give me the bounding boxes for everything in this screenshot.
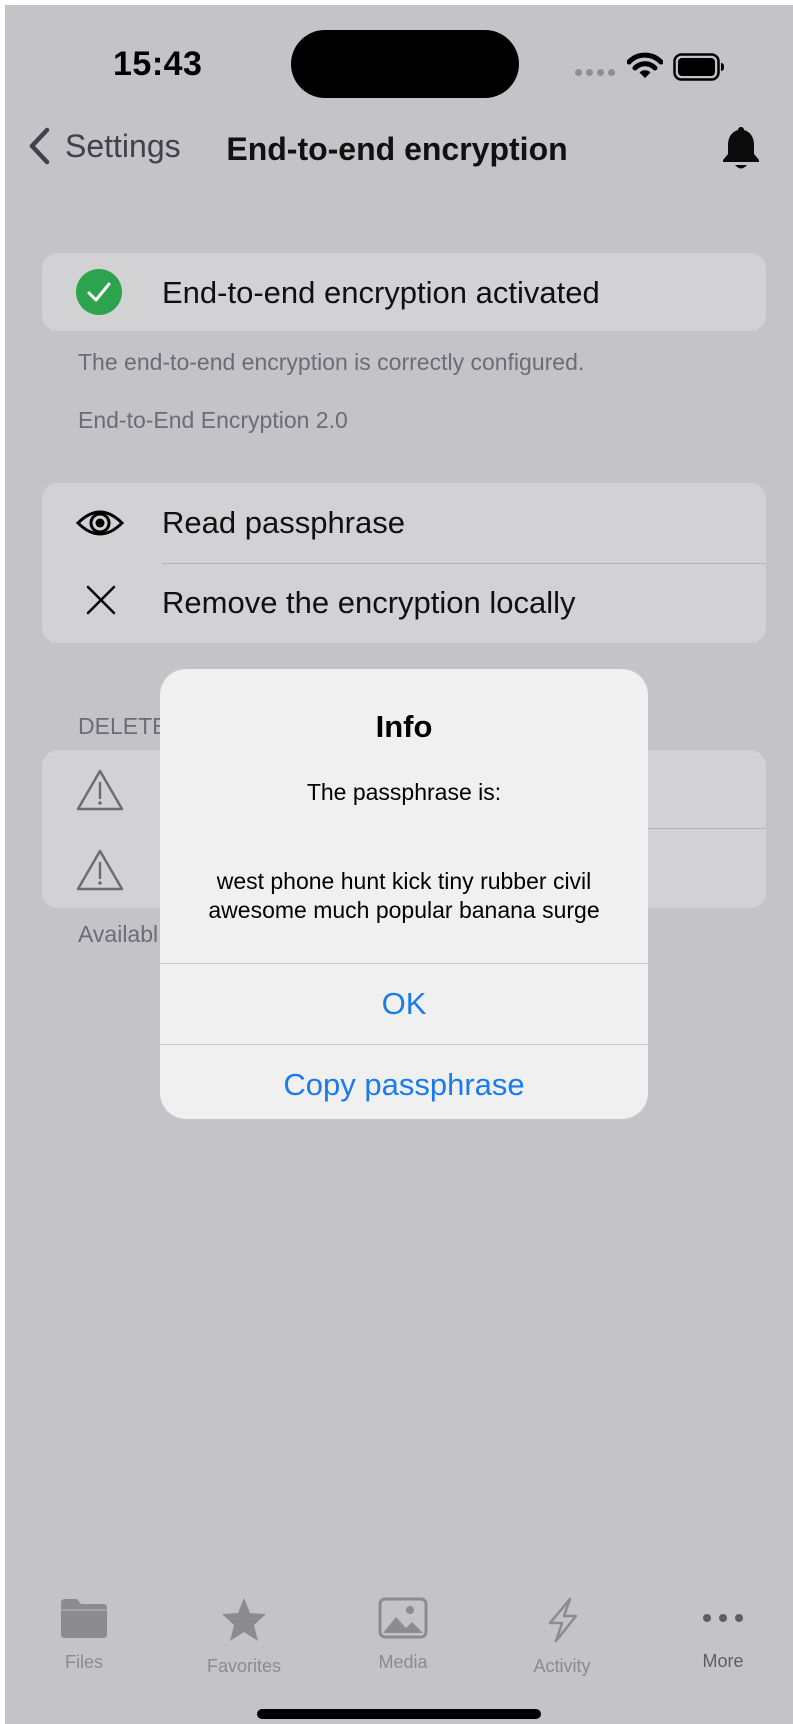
tab-media-label: Media — [378, 1652, 428, 1672]
home-indicator[interactable] — [257, 1709, 541, 1719]
encryption-actions-card: Read passphrase Remove the encryption lo… — [42, 483, 766, 643]
cellular-signal-icon — [575, 69, 615, 76]
screen: 15:43 Settings End-to-end encryption End… — [5, 5, 793, 1724]
back-label: Settings — [65, 127, 181, 164]
warning-icon[interactable] — [76, 848, 124, 897]
encryption-status-note: The end-to-end encryption is correctly c… — [78, 349, 585, 375]
encryption-status-card: End-to-end encryption activated — [42, 253, 766, 331]
status-time: 15:43 — [113, 45, 203, 83]
back-button[interactable]: Settings — [27, 127, 181, 165]
tab-favorites-label: Favorites — [206, 1656, 282, 1676]
read-passphrase-label: Read passphrase — [162, 505, 405, 540]
star-icon — [222, 1598, 266, 1641]
warning-icon[interactable] — [76, 768, 124, 817]
encryption-version: End-to-End Encryption 2.0 — [78, 407, 348, 433]
dialog-title: Info — [375, 709, 433, 744]
info-alert-dialog: Info The passphrase is: west phone hunt … — [160, 669, 648, 1119]
bell-icon[interactable] — [721, 125, 761, 176]
tab-more[interactable]: More — [648, 1597, 793, 1672]
chevron-left-icon — [29, 127, 50, 165]
tab-files-label: Files — [64, 1652, 103, 1672]
ellipsis-icon — [648, 1597, 793, 1639]
wifi-icon — [626, 51, 664, 86]
checkmark-circle-icon — [76, 269, 122, 320]
photo-icon — [378, 1597, 428, 1639]
eye-icon — [75, 505, 125, 546]
copy-passphrase-button[interactable]: Copy passphrase — [160, 1045, 648, 1119]
remove-encryption-label: Remove the encryption locally — [162, 585, 576, 620]
delete-section-header: DELETE — [78, 713, 168, 739]
ok-button[interactable]: OK — [160, 964, 648, 1044]
dialog-message: The passphrase is: — [306, 779, 502, 805]
tab-more-label: More — [702, 1651, 744, 1671]
x-icon — [86, 585, 116, 620]
encryption-status-label: End-to-end encryption activated — [162, 275, 600, 310]
delete-section-footer: Availabl — [78, 921, 159, 947]
battery-icon — [673, 53, 725, 81]
folder-icon — [61, 1599, 107, 1638]
tab-activity-label: Activity — [533, 1656, 591, 1676]
tab-favorites[interactable]: Favorites — [169, 1597, 319, 1677]
tab-files[interactable]: Files — [9, 1597, 159, 1673]
tab-activity[interactable]: Activity — [487, 1597, 637, 1677]
read-passphrase-row[interactable]: Read passphrase — [42, 483, 766, 563]
bolt-icon — [548, 1597, 578, 1643]
remove-encryption-row[interactable]: Remove the encryption locally — [42, 563, 766, 643]
tab-media[interactable]: Media — [328, 1597, 478, 1673]
dialog-passphrase: west phone hunt kick tiny rubber civil a… — [208, 868, 600, 923]
dynamic-island — [291, 30, 519, 98]
